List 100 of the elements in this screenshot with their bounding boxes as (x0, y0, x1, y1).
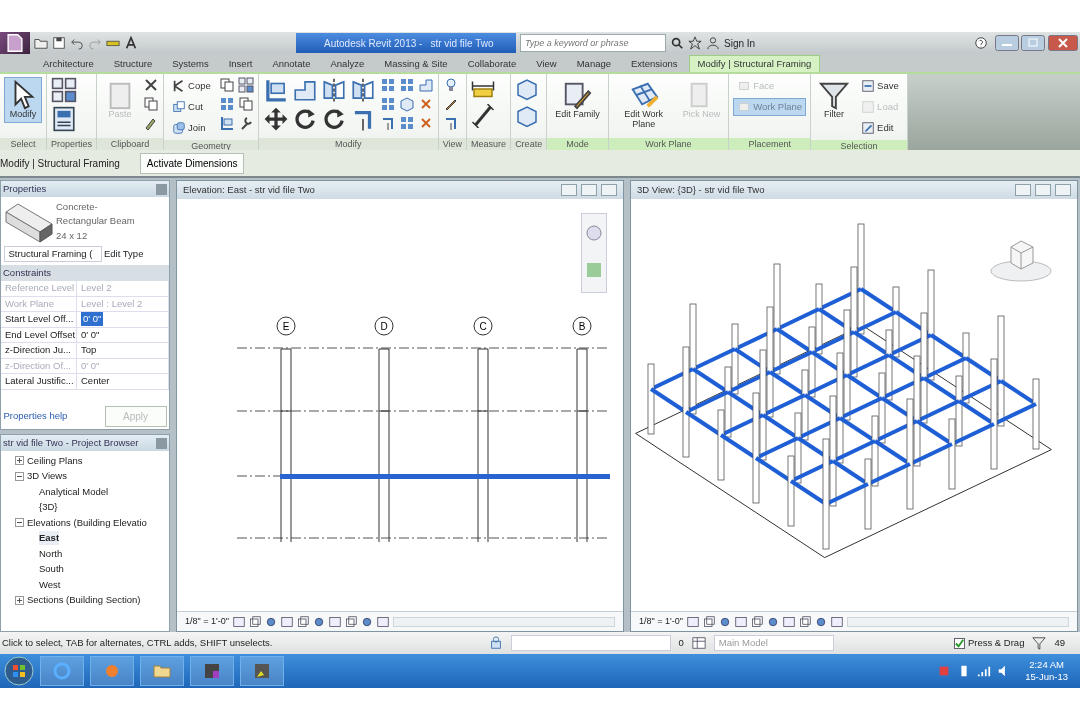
window-stack-icon[interactable] (248, 615, 261, 628)
structure-3d-drawing[interactable] (635, 223, 1052, 559)
taskbar-button[interactable] (190, 656, 234, 686)
mirror-icon[interactable] (320, 77, 347, 103)
property-value[interactable]: Top (77, 343, 169, 358)
array-icon[interactable] (379, 96, 396, 112)
minimize-button[interactable] (1015, 184, 1031, 196)
tree-item[interactable]: North (39, 546, 63, 561)
press-drag-checkbox[interactable]: Press & Drag (954, 635, 1025, 651)
grid-bubble[interactable] (276, 316, 296, 336)
grid-bubble[interactable] (374, 316, 394, 336)
ribbon-tab[interactable]: Massing & Site (375, 54, 457, 72)
type-properties-icon[interactable] (51, 77, 77, 103)
ribbon-tab[interactable]: Architecture (34, 54, 103, 72)
tree-item[interactable]: West (39, 577, 61, 592)
collapse-icon[interactable] (15, 471, 24, 481)
close-button[interactable] (601, 184, 617, 196)
ribbon-tab[interactable]: View (527, 54, 566, 72)
sphere-icon[interactable] (766, 615, 779, 628)
window-stack-icon[interactable] (296, 615, 309, 628)
view-control-icon[interactable] (232, 615, 245, 628)
sphere-icon[interactable] (264, 615, 277, 628)
ribbon-tab[interactable]: Extensions (622, 54, 687, 72)
window-stack-icon[interactable] (344, 615, 357, 628)
properties-help-link[interactable]: Properties help (3, 408, 68, 424)
help-icon[interactable] (974, 36, 988, 50)
cut-geometry-icon[interactable] (172, 99, 187, 114)
view-control-icon[interactable] (686, 615, 699, 628)
horizontal-scrollbar[interactable] (846, 616, 1069, 627)
star-icon[interactable] (688, 36, 702, 50)
expand-icon[interactable] (15, 595, 24, 605)
edit-selection-icon[interactable] (861, 120, 876, 135)
copy-icon[interactable] (143, 96, 160, 112)
checkbox-icon[interactable] (954, 637, 966, 649)
search-icon[interactable] (670, 36, 684, 50)
window-stack-icon[interactable] (798, 615, 811, 628)
ribbon-tool-button[interactable]: Join (168, 118, 215, 137)
save-selection-icon[interactable] (861, 79, 876, 94)
array-icon[interactable] (379, 77, 396, 93)
taskbar-button[interactable] (240, 656, 284, 686)
sign-in-link[interactable]: Sign In (724, 35, 756, 51)
ribbon-tab[interactable]: Modify | Structural Framing (688, 54, 821, 72)
move-icon[interactable] (262, 106, 289, 132)
close-button[interactable] (1055, 184, 1071, 196)
sphere-icon[interactable] (312, 615, 325, 628)
filter-icon[interactable] (819, 80, 850, 110)
restore-button[interactable] (581, 184, 597, 196)
ribbon-tool-button[interactable]: Edit Family (551, 77, 604, 123)
ribbon-tab[interactable]: Manage (567, 54, 621, 72)
dimension-icon[interactable] (471, 104, 496, 128)
ribbon-tab[interactable]: Collaborate (458, 54, 526, 72)
ribbon-tool-button[interactable]: Filter (815, 77, 854, 123)
clock-date[interactable]: 15-Jun-13 (1025, 671, 1068, 684)
taskbar-button[interactable] (140, 656, 184, 686)
tree-item[interactable]: Ceiling Plans (27, 453, 83, 468)
restore-button[interactable] (1035, 184, 1051, 196)
properties-icon[interactable] (51, 106, 77, 132)
ribbon-tab[interactable]: Structure (104, 54, 162, 72)
view-control-icon[interactable] (782, 615, 795, 628)
user-icon[interactable] (706, 36, 720, 50)
join-geometry-icon[interactable] (172, 120, 187, 135)
workset-icon[interactable] (488, 636, 503, 650)
expand-icon[interactable] (15, 456, 24, 466)
tree-item[interactable]: Analytical Model (39, 484, 109, 499)
component-icon[interactable] (515, 77, 540, 101)
delete-icon[interactable] (143, 77, 160, 93)
view-control-icon[interactable] (376, 615, 389, 628)
search-field[interactable]: Type a keyword or phrase (520, 34, 666, 52)
filter-icon[interactable] (1032, 636, 1047, 650)
maximize-button[interactable] (1021, 35, 1045, 51)
edit-family-icon[interactable] (562, 80, 593, 110)
ribbon-tab[interactable]: Analyze (321, 54, 374, 72)
type-properties-icon[interactable] (237, 77, 254, 93)
design-options-icon[interactable] (691, 636, 706, 650)
ribbon-tool-button[interactable]: Edit (857, 118, 903, 137)
array-icon[interactable] (398, 77, 415, 93)
ribbon-tool-button[interactable]: Cope (168, 77, 215, 96)
property-value[interactable]: 0' 0" (77, 327, 169, 342)
application-menu-button[interactable] (0, 32, 30, 54)
clock-time[interactable]: 2:24 AM (1025, 658, 1068, 671)
close-button[interactable] (1047, 35, 1078, 51)
ribbon-tool-button[interactable]: Save (857, 77, 903, 96)
save-icon[interactable] (52, 36, 66, 50)
close-button[interactable] (156, 437, 167, 449)
tree-item[interactable]: Sections (Building Section) (27, 593, 141, 608)
property-value[interactable]: Center (77, 374, 169, 389)
tree-item[interactable]: East (39, 531, 60, 546)
view-control-icon[interactable] (734, 615, 747, 628)
offset-icon[interactable] (417, 77, 434, 93)
component-icon[interactable] (398, 96, 415, 112)
horizontal-scrollbar[interactable] (392, 616, 615, 627)
window-stack-icon[interactable] (750, 615, 763, 628)
open-icon[interactable] (34, 36, 48, 50)
tree-item[interactable]: South (39, 562, 64, 577)
tree-item[interactable]: {3D} (39, 500, 58, 515)
view-scale[interactable]: 1/8" = 1'-0" (639, 614, 683, 629)
activate-dimensions-button[interactable]: Activate Dimensions (139, 152, 245, 174)
ribbon-tab[interactable]: Systems (163, 54, 218, 72)
minimize-button[interactable] (994, 35, 1019, 51)
start-button[interactable] (4, 656, 34, 686)
